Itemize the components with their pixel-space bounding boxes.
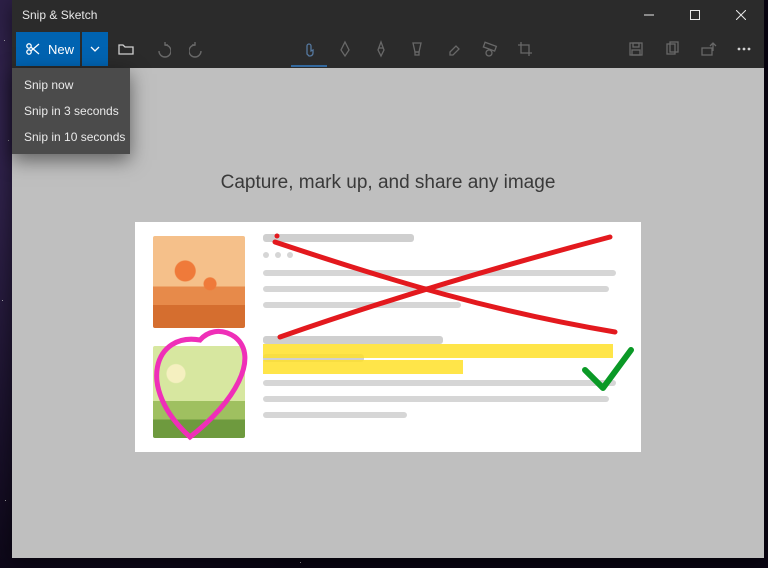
demo-illustration <box>135 222 641 452</box>
new-snip-label: New <box>48 42 74 57</box>
folder-open-icon <box>117 40 135 58</box>
highlighter-icon <box>408 40 426 58</box>
demo-thumb-balloon <box>153 236 245 328</box>
new-snip-dropdown-menu: Snip now Snip in 3 seconds Snip in 10 se… <box>12 68 130 154</box>
toolbar: New <box>12 30 764 68</box>
redo-icon <box>189 40 207 58</box>
save-icon <box>627 40 645 58</box>
copy-icon <box>663 40 681 58</box>
eraser-icon <box>444 40 462 58</box>
crop-icon <box>516 40 534 58</box>
pencil-button[interactable] <box>363 31 399 67</box>
undo-icon <box>153 40 171 58</box>
close-button[interactable] <box>718 0 764 30</box>
copy-button[interactable] <box>654 31 690 67</box>
snip-icon <box>24 40 42 58</box>
canvas-area: Snip now Snip in 3 seconds Snip in 10 se… <box>12 68 764 558</box>
ruler-icon <box>480 40 498 58</box>
share-icon <box>699 40 717 58</box>
new-snip-dropdown-button[interactable] <box>82 32 108 66</box>
ruler-button[interactable] <box>471 31 507 67</box>
chevron-down-icon <box>90 44 100 54</box>
welcome-tagline: Capture, mark up, and share any image <box>221 172 556 194</box>
more-button[interactable] <box>726 31 762 67</box>
app-title: Snip & Sketch <box>22 8 97 22</box>
more-icon <box>735 40 753 58</box>
minimize-button[interactable] <box>626 0 672 30</box>
highlighter-button[interactable] <box>399 31 435 67</box>
new-snip-button[interactable]: New <box>16 32 80 66</box>
redo-button[interactable] <box>180 31 216 67</box>
menu-item-snip-3s[interactable]: Snip in 3 seconds <box>12 98 130 124</box>
demo-text-lines <box>263 234 623 428</box>
ballpoint-pen-button[interactable] <box>327 31 363 67</box>
demo-thumb-landscape <box>153 346 245 438</box>
crop-button[interactable] <box>507 31 543 67</box>
menu-item-snip-now[interactable]: Snip now <box>12 72 130 98</box>
save-button[interactable] <box>618 31 654 67</box>
eraser-button[interactable] <box>435 31 471 67</box>
open-file-button[interactable] <box>108 31 144 67</box>
touch-writing-icon <box>300 39 318 57</box>
app-window: Snip & Sketch New <box>12 0 764 558</box>
pencil-icon <box>372 40 390 58</box>
maximize-button[interactable] <box>672 0 718 30</box>
menu-item-snip-10s[interactable]: Snip in 10 seconds <box>12 124 130 150</box>
titlebar[interactable]: Snip & Sketch <box>12 0 764 30</box>
undo-button[interactable] <box>144 31 180 67</box>
touch-writing-button[interactable] <box>291 31 327 67</box>
ballpoint-pen-icon <box>336 40 354 58</box>
share-button[interactable] <box>690 31 726 67</box>
